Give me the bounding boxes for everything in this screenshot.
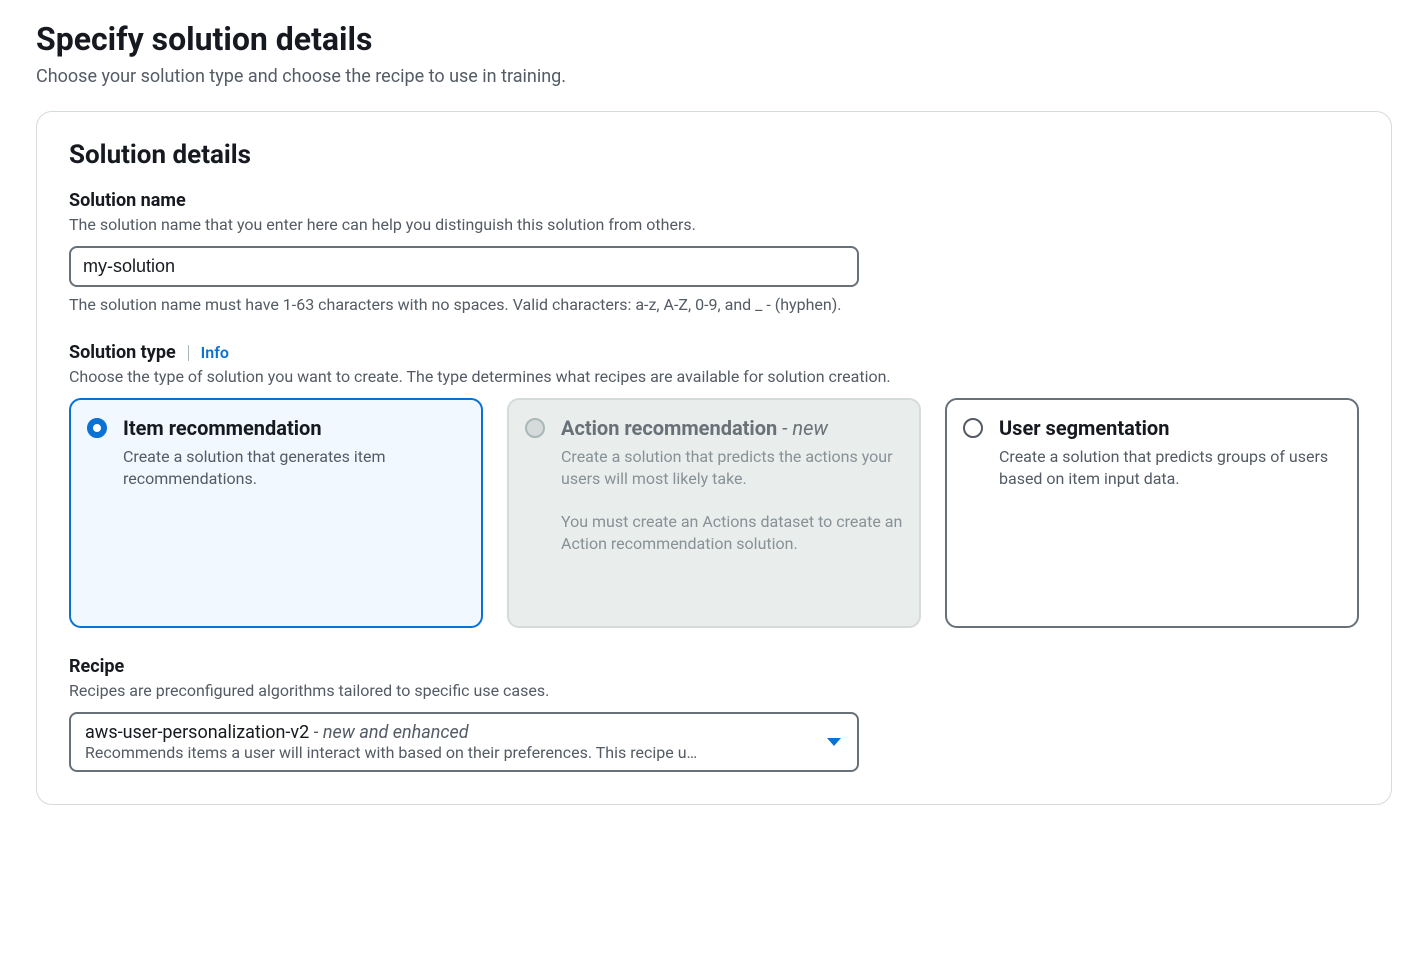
solution-type-desc: Choose the type of solution you want to …	[69, 367, 1359, 386]
recipe-desc: Recipes are preconfigured algorithms tai…	[69, 681, 1359, 700]
solution-details-panel: Solution details Solution name The solut…	[36, 111, 1392, 805]
option-title-text: Action recommendation	[561, 416, 777, 440]
recipe-selected-desc: Recommends items a user will interact wi…	[85, 743, 813, 762]
recipe-selected-name: aws-user-personalization-v2	[85, 722, 309, 743]
panel-title: Solution details	[69, 140, 1359, 170]
option-badge: - new	[777, 416, 828, 440]
option-action-recommendation: Action recommendation - new Create a sol…	[507, 398, 921, 628]
chevron-down-icon	[827, 738, 841, 746]
solution-name-input[interactable]	[69, 246, 859, 287]
solution-name-field: Solution name The solution name that you…	[69, 190, 1359, 314]
option-body-text: Create a solution that generates item re…	[123, 446, 465, 491]
solution-type-field: Solution type Info Choose the type of so…	[69, 342, 1359, 628]
recipe-selected-tag: - new and enhanced	[309, 722, 468, 743]
radio-icon	[87, 418, 107, 438]
info-link[interactable]: Info	[188, 345, 229, 361]
option-extra-text: You must create an Actions dataset to cr…	[561, 511, 903, 556]
solution-type-options: Item recommendation Create a solution th…	[69, 398, 1359, 628]
option-title-text: User segmentation	[999, 416, 1169, 440]
option-user-segmentation[interactable]: User segmentation Create a solution that…	[945, 398, 1359, 628]
solution-type-label: Solution type Info	[69, 342, 1359, 363]
radio-icon	[525, 418, 545, 438]
page-title: Specify solution details	[36, 20, 1392, 58]
option-title-text: Item recommendation	[123, 416, 322, 440]
recipe-label: Recipe	[69, 656, 1359, 677]
solution-type-label-text: Solution type	[69, 342, 176, 363]
recipe-select[interactable]: aws-user-personalization-v2 - new and en…	[69, 712, 859, 772]
option-item-recommendation[interactable]: Item recommendation Create a solution th…	[69, 398, 483, 628]
solution-name-desc: The solution name that you enter here ca…	[69, 215, 1359, 234]
page-subtitle: Choose your solution type and choose the…	[36, 66, 1392, 87]
option-body-text: Create a solution that predicts the acti…	[561, 446, 903, 491]
option-body-text: Create a solution that predicts groups o…	[999, 446, 1341, 491]
solution-name-help: The solution name must have 1-63 charact…	[69, 295, 1359, 314]
radio-icon	[963, 418, 983, 438]
recipe-field: Recipe Recipes are preconfigured algorit…	[69, 656, 1359, 772]
solution-name-label: Solution name	[69, 190, 1359, 211]
